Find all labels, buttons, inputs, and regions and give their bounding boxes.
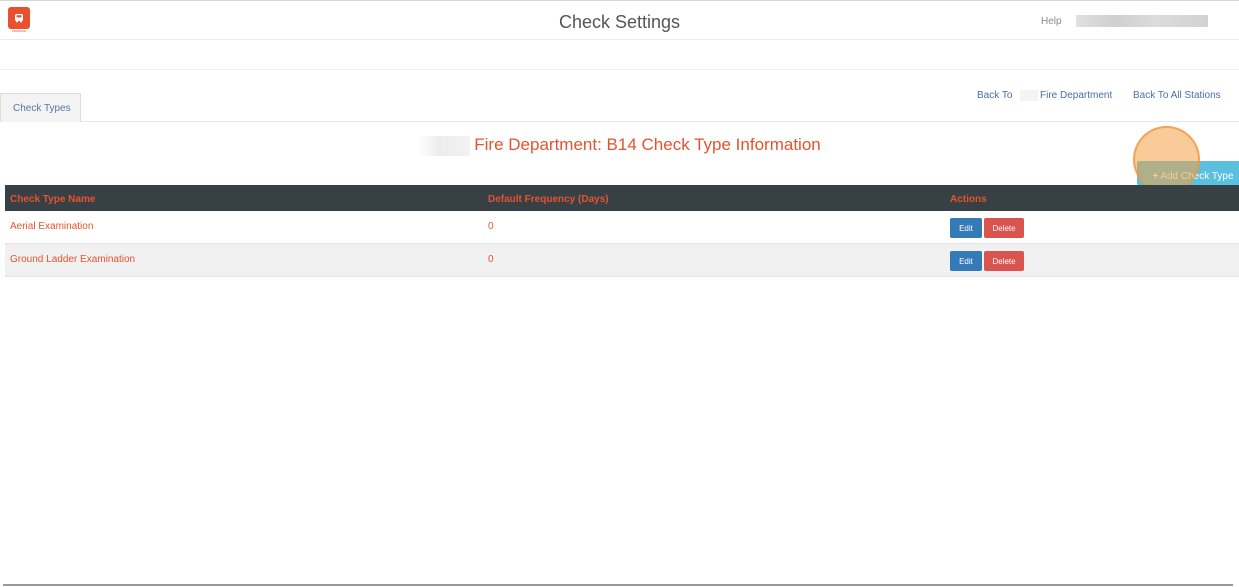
check-type-name: Aerial Examination — [10, 221, 94, 232]
check-type-name: Ground Ladder Examination — [10, 254, 136, 265]
section-title-text: Fire Department: B14 Check Type Informat… — [474, 135, 821, 154]
plus-icon: + — [1152, 170, 1159, 182]
help-link[interactable]: Help — [1041, 16, 1062, 27]
sub-header-bar — [0, 40, 1239, 70]
tab-check-types[interactable]: Check Types — [0, 93, 81, 122]
delete-button[interactable]: Delete — [984, 251, 1024, 271]
table-header: Check Type Name Default Frequency (Days)… — [5, 185, 1239, 211]
app-window: FIREWISE Check Settings Help Check Types… — [0, 0, 1239, 587]
department-name-redacted — [418, 135, 471, 156]
edit-button[interactable]: Edit — [950, 218, 982, 238]
user-name-redacted[interactable] — [1076, 15, 1208, 27]
back-to-department-link[interactable]: Back To — [977, 90, 1012, 101]
department-name-redacted — [1020, 90, 1038, 101]
edit-button[interactable]: Edit — [950, 251, 982, 271]
column-header-name[interactable]: Check Type Name — [10, 194, 95, 205]
section-title: Fire Department: B14 Check Type Informat… — [0, 135, 1239, 156]
tab-divider — [81, 121, 1239, 122]
check-types-table: Check Type Name Default Frequency (Days)… — [5, 185, 1239, 277]
table-row: Aerial Examination 0 Edit Delete — [5, 211, 1239, 244]
column-header-frequency[interactable]: Default Frequency (Days) — [488, 194, 609, 205]
horizontal-scrollbar[interactable] — [3, 584, 1233, 586]
delete-button[interactable]: Delete — [984, 218, 1024, 238]
table-row: Ground Ladder Examination 0 Edit Delete — [5, 244, 1239, 277]
default-frequency: 0 — [488, 221, 494, 232]
top-header: FIREWISE Check Settings Help — [0, 0, 1239, 40]
fire-department-link[interactable]: Fire Department — [1040, 90, 1112, 101]
add-check-type-button[interactable]: + Add Check Type — [1137, 161, 1239, 185]
back-to-all-stations-link[interactable]: Back To All Stations — [1133, 90, 1221, 101]
default-frequency: 0 — [488, 254, 494, 265]
column-header-actions: Actions — [950, 194, 987, 205]
add-check-type-label: Add Check Type — [1160, 170, 1234, 182]
